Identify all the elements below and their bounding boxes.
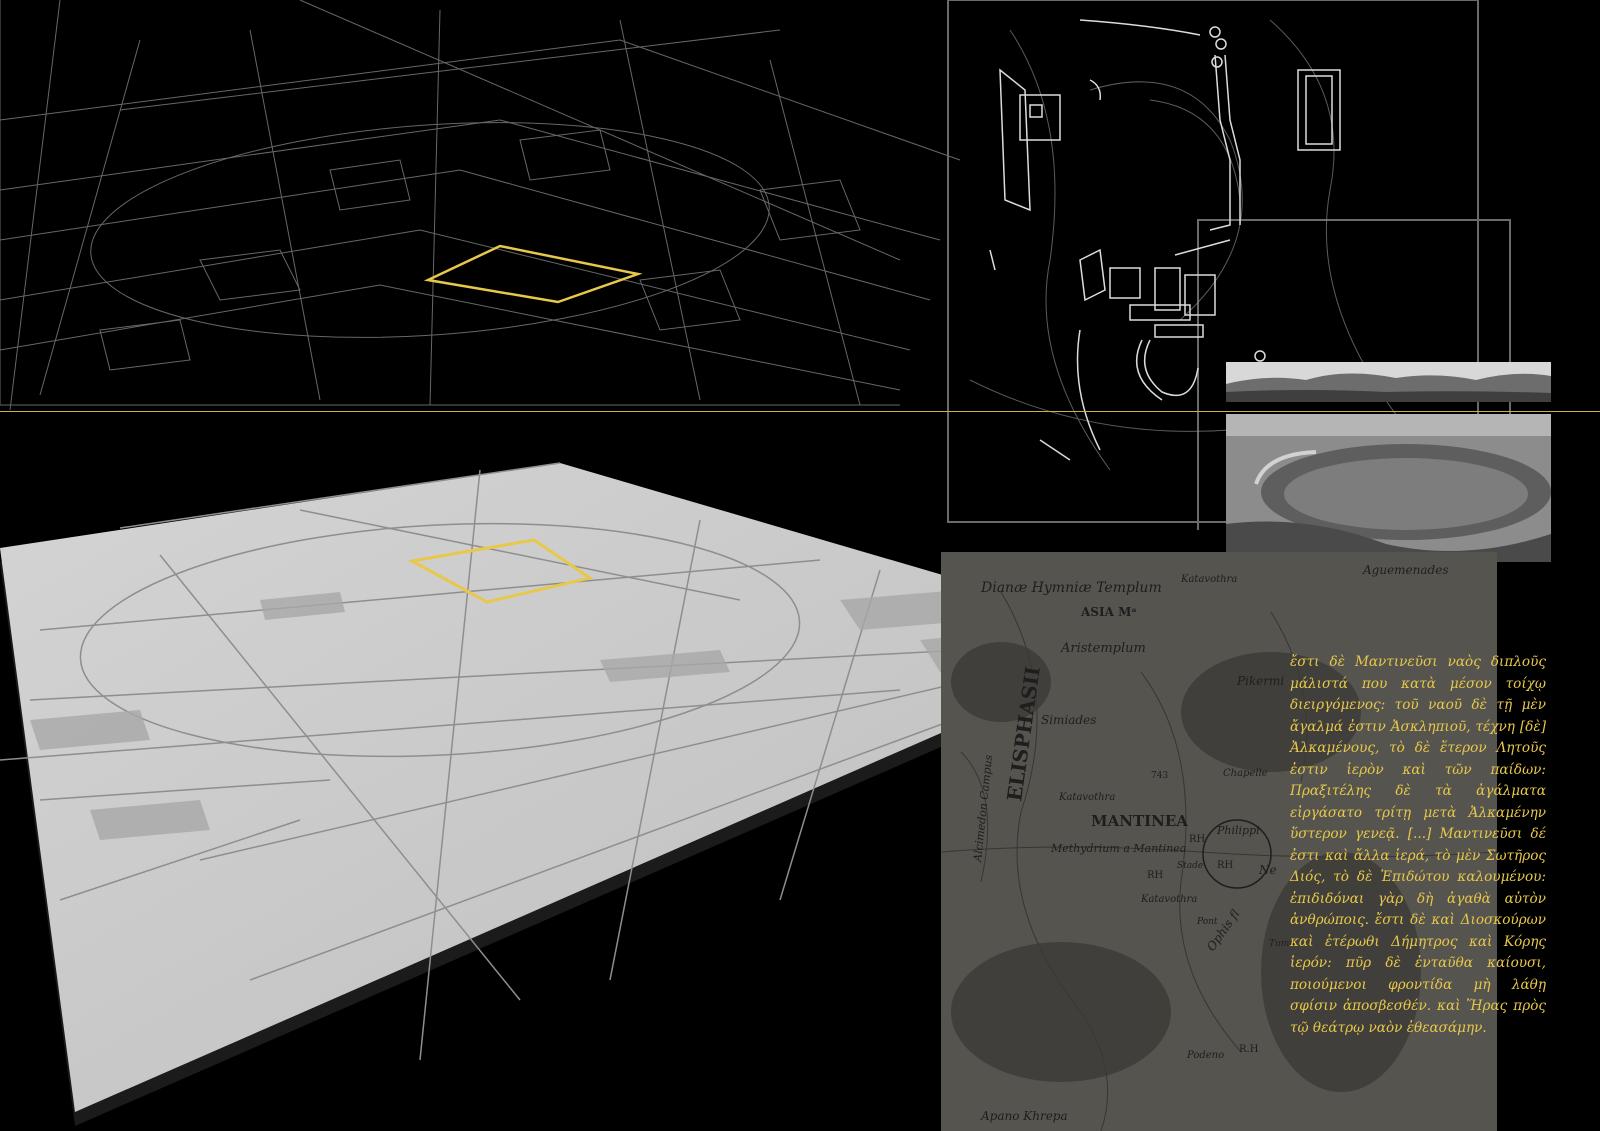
map-label-diana: Dianæ Hymniæ Templum — [980, 580, 1162, 596]
map-label-philippi: Philippi — [1216, 824, 1260, 837]
map-label-pont: Pont — [1196, 917, 1218, 927]
yellow-horizon-line — [0, 411, 1600, 412]
pausanias-quote: ἔστι δὲ Μαντινεῦσι ναὸς διπλοῦς μάλιστά … — [1290, 654, 1546, 1036]
map-label-rh-2: RH — [1147, 870, 1164, 881]
landscape-photo — [1226, 362, 1551, 402]
map-label-katavothra-top: Katavothra — [1180, 574, 1237, 585]
map-label-mantinea: MANTINEA — [1091, 812, 1188, 830]
map-label-katavothra-mid: Katavothra — [1058, 792, 1115, 803]
map-label-pikermi: Pikermi — [1236, 674, 1284, 688]
map-label-aristemplum: Aristemplum — [1060, 641, 1146, 656]
map-label-methydrium: Methydrium a Mantinea — [1050, 842, 1186, 855]
map-label-podeno: Podeno — [1186, 1050, 1224, 1061]
map-label-ne: Ne — [1258, 863, 1277, 877]
map-label-simiades: Simiades — [1041, 713, 1096, 727]
map-label-rh-1: RH — [1189, 834, 1206, 845]
map-label-katavothra-low: Katavothra — [1140, 894, 1197, 905]
map-label-aguemenades: Aguemenades — [1362, 563, 1448, 577]
map-label-rh-4: R.H — [1239, 1044, 1259, 1055]
map-label-chapelle: Chapelle — [1223, 768, 1268, 779]
map-label-rh-3: RH — [1217, 860, 1234, 871]
map-label-elevation: 743 — [1151, 771, 1168, 781]
map-label-kakr: Apano Khrepa — [980, 1109, 1068, 1123]
highlighted-block-top — [423, 244, 643, 304]
map-label-asia: ASIA Mᵃ — [1080, 605, 1137, 619]
theatre-ruins-photo — [1226, 414, 1551, 562]
map-label-stade: Stade — [1177, 861, 1203, 871]
